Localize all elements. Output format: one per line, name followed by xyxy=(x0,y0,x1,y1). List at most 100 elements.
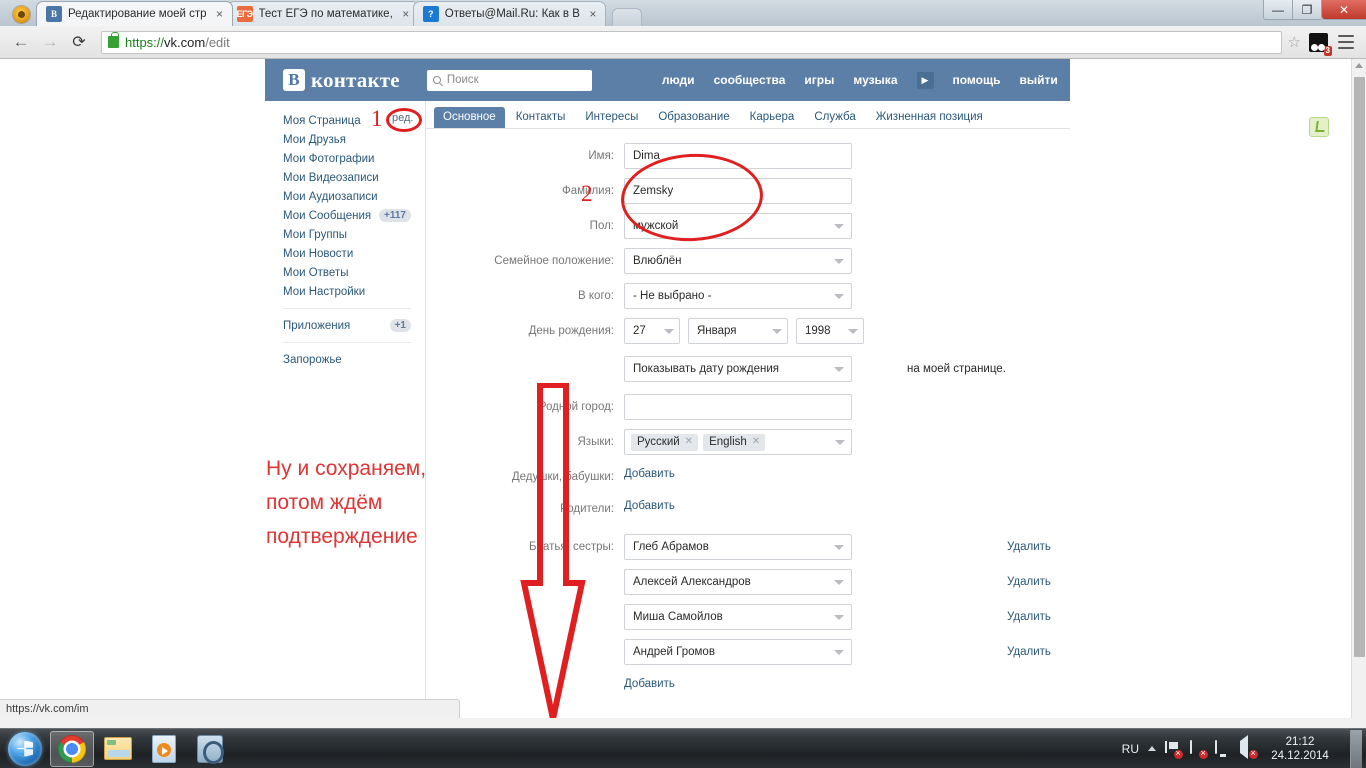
scroll-up-icon[interactable] xyxy=(1355,63,1363,68)
in-whom-select[interactable]: - Не выбрано - xyxy=(624,283,852,309)
sidebar-item-label: Мои Аудиозаписи xyxy=(283,190,378,203)
start-orb-icon[interactable] xyxy=(2,731,48,767)
tab-contacts[interactable]: Контакты xyxy=(507,107,575,128)
sidebar-item-my-audio[interactable]: Мои Аудиозаписи xyxy=(265,187,425,206)
tab-main[interactable]: Основное xyxy=(434,107,505,128)
action-center-icon[interactable] xyxy=(1190,739,1208,759)
back-icon[interactable]: ← xyxy=(8,29,34,55)
scrollbar-thumb[interactable] xyxy=(1354,77,1365,657)
gender-select[interactable]: мужской xyxy=(624,213,852,239)
monitor-icon[interactable] xyxy=(1215,739,1231,757)
grandparents-add-link[interactable]: Добавить xyxy=(624,464,675,484)
extension-icon[interactable]: 3 xyxy=(1309,32,1332,56)
birthday-visibility-select[interactable]: Показывать дату рождения xyxy=(624,356,852,382)
sidebar-item-my-messages[interactable]: Мои Сообщения +117 xyxy=(265,206,425,225)
nav-logout[interactable]: выйти xyxy=(1019,73,1057,87)
new-tab-button[interactable] xyxy=(611,8,642,26)
sibling-delete-link[interactable]: Удалить xyxy=(1007,534,1051,560)
reload-icon[interactable]: ⟳ xyxy=(66,29,92,55)
siblings-add-link[interactable]: Добавить xyxy=(624,674,675,694)
nav-help[interactable]: помощь xyxy=(953,73,1001,87)
last-name-input[interactable]: Zemsky xyxy=(624,178,852,204)
sibling-name: Андрей Громов xyxy=(633,646,715,658)
sidebar-item-apps[interactable]: Приложения +1 xyxy=(265,316,425,335)
close-icon[interactable]: ✕ xyxy=(752,436,760,447)
address-bar[interactable]: https://vk.com/edit xyxy=(101,30,1282,54)
url-scheme: https:// xyxy=(125,34,165,50)
play-icon[interactable]: ▶ xyxy=(916,71,934,89)
sibling-delete-link[interactable]: Удалить xyxy=(1007,569,1051,595)
tab-close-icon[interactable]: × xyxy=(214,7,226,21)
form-row-grandparents: Дедушки, бабушки: Добавить xyxy=(426,464,1070,490)
sidebar-item-my-photos[interactable]: Мои Фотографии xyxy=(265,149,425,168)
sidebar-item-my-settings[interactable]: Мои Настройки xyxy=(265,282,425,301)
form-row-gender: Пол: мужской xyxy=(426,213,1070,239)
sidebar-item-my-friends[interactable]: Мои Друзья xyxy=(265,130,425,149)
tab-military[interactable]: Служба xyxy=(805,107,864,128)
sidebar-item-my-answers[interactable]: Мои Ответы xyxy=(265,263,425,282)
language-chip-en[interactable]: English ✕ xyxy=(703,433,766,451)
form-row-birthday-visibility: Показывать дату рождения на моей страниц… xyxy=(426,356,1070,382)
taskbar-item-kmplayer[interactable] xyxy=(188,731,232,767)
bookmark-star-icon[interactable]: ☆ xyxy=(1288,33,1301,51)
browser-tab-strip: B Редактирование моей стр × ЕГЭ Тест ЕГЭ… xyxy=(0,0,1366,26)
maximize-button[interactable]: ❐ xyxy=(1292,0,1321,20)
sidebar-item-my-news[interactable]: Мои Новости xyxy=(265,244,425,263)
birthday-year-select[interactable]: 1998 xyxy=(796,318,864,344)
sidebar-item-city[interactable]: Запорожье xyxy=(265,350,425,369)
explorer-icon xyxy=(104,737,132,760)
green-extension-icon[interactable] xyxy=(1309,117,1329,137)
close-icon[interactable]: ✕ xyxy=(685,436,693,447)
language-chip-ru[interactable]: Русский ✕ xyxy=(631,433,699,451)
tray-expand-icon[interactable] xyxy=(1148,746,1156,751)
browser-tab-2[interactable]: ЕГЭ Тест ЕГЭ по математике, × xyxy=(226,1,419,26)
birthday-day-select[interactable]: 27 xyxy=(624,318,680,344)
forward-icon[interactable]: → xyxy=(37,29,63,55)
sibling-select[interactable]: Глеб Абрамов xyxy=(624,534,852,560)
first-name-input[interactable]: Dima xyxy=(624,143,852,169)
search-input[interactable]: Поиск xyxy=(426,69,592,91)
taskbar-clock[interactable]: 21:12 24.12.2014 xyxy=(1265,735,1335,763)
sidebar-item-my-page[interactable]: Моя Страница xyxy=(265,111,425,130)
nav-music[interactable]: музыка xyxy=(853,73,897,87)
vk-logo[interactable]: B контакте xyxy=(283,68,400,93)
tab-close-icon[interactable]: × xyxy=(400,7,412,21)
sibling-delete-link[interactable]: Удалить xyxy=(1007,639,1051,665)
chevron-down-icon xyxy=(848,328,858,334)
marital-select[interactable]: Влюблён xyxy=(624,248,852,274)
tab-interests[interactable]: Интересы xyxy=(576,107,647,128)
sidebar-item-my-videos[interactable]: Мои Видеозаписи xyxy=(265,168,425,187)
taskbar-item-explorer[interactable] xyxy=(96,731,140,767)
show-desktop-button[interactable] xyxy=(1350,729,1362,768)
close-button[interactable]: ✕ xyxy=(1321,0,1366,20)
taskbar-item-media-player[interactable] xyxy=(142,731,186,767)
language-indicator[interactable]: RU xyxy=(1122,742,1139,756)
tab-career[interactable]: Карьера xyxy=(741,107,804,128)
sibling-select[interactable]: Алексей Александров xyxy=(624,569,852,595)
nav-people[interactable]: люди xyxy=(662,73,695,87)
minimize-button[interactable]: — xyxy=(1263,0,1292,20)
nav-communities[interactable]: сообщества xyxy=(714,73,786,87)
sibling-select[interactable]: Андрей Громов xyxy=(624,639,852,665)
network-flag-icon[interactable] xyxy=(1165,740,1183,759)
sidebar-item-my-groups[interactable]: Мои Группы xyxy=(265,225,425,244)
birthday-month-select[interactable]: Января xyxy=(688,318,788,344)
sibling-delete-link[interactable]: Удалить xyxy=(1007,604,1051,630)
volume-muted-icon[interactable] xyxy=(1240,734,1258,759)
parents-add-link[interactable]: Добавить xyxy=(624,496,675,516)
tab-close-icon[interactable]: × xyxy=(587,7,599,21)
sibling-name: Глеб Абрамов xyxy=(633,541,709,553)
hometown-input[interactable] xyxy=(624,394,852,420)
tab-life-position[interactable]: Жизненная позиция xyxy=(867,107,992,128)
page-scrollbar[interactable] xyxy=(1351,59,1366,718)
browser-tab-3[interactable]: ? Ответы@Mail.Ru: Как в В × xyxy=(412,1,606,26)
clock-time: 21:12 xyxy=(1285,735,1315,748)
menu-icon[interactable] xyxy=(1338,35,1354,49)
languages-field[interactable]: Русский ✕ English ✕ xyxy=(624,429,852,455)
taskbar-item-chrome[interactable] xyxy=(50,730,94,767)
browser-tab-1[interactable]: B Редактирование моей стр × xyxy=(36,1,233,26)
tab-education[interactable]: Образование xyxy=(649,107,738,128)
nav-games[interactable]: игры xyxy=(804,73,834,87)
chevron-down-icon xyxy=(834,258,844,264)
sibling-select[interactable]: Миша Самойлов xyxy=(624,604,852,630)
